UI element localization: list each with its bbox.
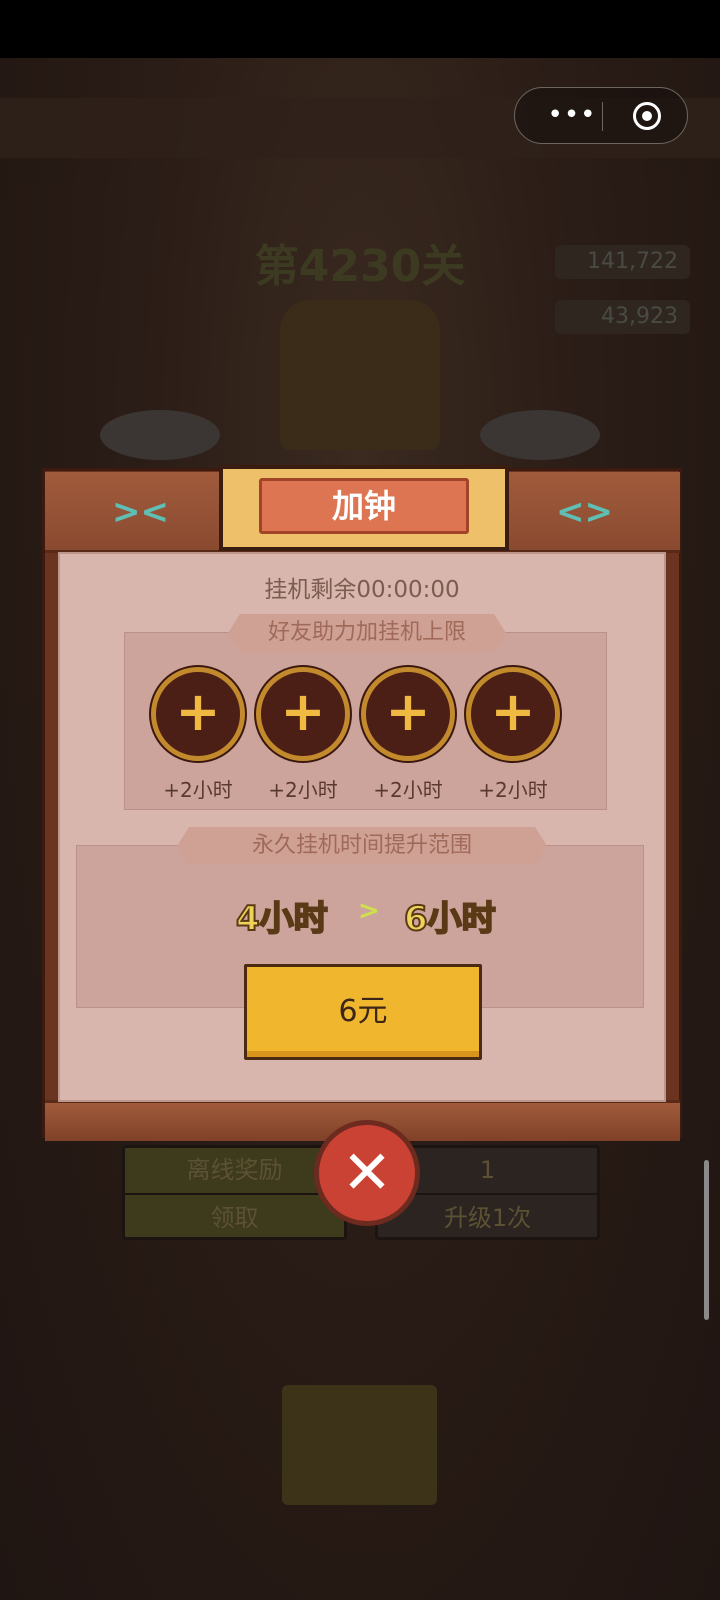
more-dots-icon[interactable]: •••	[547, 102, 597, 128]
fish-icon: ><	[112, 492, 169, 532]
status-bar	[0, 0, 720, 58]
bg-claim-label: 领取	[210, 1204, 259, 1232]
bg-stat-power: 141,722	[555, 245, 690, 279]
friend-slot-add-button[interactable]: +	[361, 667, 455, 761]
capsule-divider	[602, 102, 603, 131]
friend-section-title: 好友助力加挂机上限	[228, 614, 506, 652]
target-close-icon[interactable]	[633, 102, 661, 130]
plus-icon: +	[175, 680, 221, 743]
bg-pot-right	[480, 410, 600, 460]
to-hours: 6小时	[403, 898, 497, 940]
bg-stat-coins: 43,923	[555, 300, 690, 334]
bg-offline-reward-button: 离线奖励 领取	[122, 1145, 347, 1240]
arrow-icon: >	[358, 896, 380, 926]
bg-offline-reward-label: 离线奖励	[125, 1148, 344, 1195]
plus-icon: +	[490, 680, 536, 743]
purchase-button[interactable]: 6元	[244, 964, 482, 1060]
bg-bottom-tab	[282, 1385, 437, 1505]
from-hours: 4小时	[235, 898, 329, 940]
close-button[interactable]: ✕	[314, 1120, 420, 1226]
permanent-section-title: 永久挂机时间提升范围	[177, 827, 547, 865]
friend-slot-add-button[interactable]: +	[466, 667, 560, 761]
fish-icon: <>	[556, 492, 613, 532]
modal-title: 加钟	[259, 478, 469, 534]
miniprogram-capsule: •••	[514, 87, 688, 144]
remaining-time: 挂机剩余00:00:00	[264, 577, 460, 603]
plus-icon: +	[385, 680, 431, 743]
plus-icon: +	[280, 680, 326, 743]
bg-hero-character	[280, 300, 440, 450]
friend-slot-hours: +2小时	[373, 778, 443, 802]
bg-pot-left	[100, 410, 220, 460]
friend-slot-add-button[interactable]: +	[151, 667, 245, 761]
friend-slot-hours: +2小时	[163, 778, 233, 802]
friend-slot-hours: +2小时	[268, 778, 338, 802]
scrollbar[interactable]	[704, 1160, 709, 1320]
close-icon: ✕	[341, 1138, 393, 1208]
friend-slot-hours: +2小时	[478, 778, 548, 802]
friend-slot-add-button[interactable]: +	[256, 667, 350, 761]
